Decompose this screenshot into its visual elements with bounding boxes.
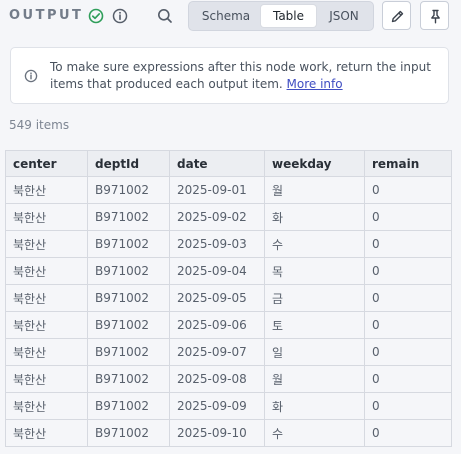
table-cell[interactable]: 2025-09-07	[169, 338, 265, 366]
table-cell[interactable]: 화	[264, 392, 365, 420]
output-table: center deptId date weekday remain 북한산 B97…	[5, 150, 452, 447]
table-cell[interactable]: 수	[264, 230, 365, 258]
edit-output-button[interactable]	[382, 1, 411, 30]
table-cell[interactable]: 일	[264, 338, 365, 366]
table-cell[interactable]: 2025-09-10	[169, 419, 265, 447]
item-count: 549 items	[9, 118, 70, 132]
table-cell[interactable]: B971002	[87, 230, 170, 258]
table-cell[interactable]: 0	[364, 176, 452, 204]
table-cell[interactable]: 2025-09-04	[169, 257, 265, 285]
table-cell[interactable]: 북한산	[5, 365, 88, 393]
tab-table[interactable]: Table	[261, 5, 316, 27]
table-cell[interactable]: 토	[264, 311, 365, 339]
table-cell[interactable]: 0	[364, 257, 452, 285]
table-cell[interactable]: 0	[364, 338, 452, 366]
table-cell[interactable]: 화	[264, 203, 365, 231]
view-mode-tabs: Schema Table JSON	[188, 1, 374, 31]
table-cell[interactable]: 수	[264, 419, 365, 447]
info-icon[interactable]	[112, 8, 128, 24]
table-cell[interactable]: B971002	[87, 284, 170, 312]
table-row: 북한산 B971002 2025-09-07 일 0	[5, 338, 452, 366]
table-cell[interactable]: 0	[364, 419, 452, 447]
table-cell[interactable]: 2025-09-05	[169, 284, 265, 312]
column-header[interactable]: deptId	[87, 150, 170, 177]
table-cell[interactable]: 북한산	[5, 203, 88, 231]
column-header[interactable]: weekday	[264, 150, 365, 177]
pin-data-button[interactable]	[420, 1, 449, 30]
table-cell[interactable]: B971002	[87, 365, 170, 393]
table-cell[interactable]: 2025-09-01	[169, 176, 265, 204]
table-cell[interactable]: 목	[264, 257, 365, 285]
table-row: 북한산 B971002 2025-09-04 목 0	[5, 257, 452, 285]
table-header-row: center deptId date weekday remain	[5, 150, 452, 177]
table-cell[interactable]: 2025-09-06	[169, 311, 265, 339]
callout-text: To make sure expressions after this node…	[50, 60, 431, 91]
table-cell[interactable]: 0	[364, 311, 452, 339]
table-cell[interactable]: 2025-09-03	[169, 230, 265, 258]
table-row: 북한산 B971002 2025-09-08 월 0	[5, 365, 452, 393]
tab-json[interactable]: JSON	[319, 5, 369, 27]
search-icon[interactable]	[156, 7, 174, 25]
output-title: OUTPUT	[9, 8, 84, 23]
success-check-icon	[88, 8, 104, 24]
more-info-link[interactable]: More info	[287, 77, 343, 91]
table-cell[interactable]: 0	[364, 392, 452, 420]
table-cell[interactable]: B971002	[87, 338, 170, 366]
tab-schema[interactable]: Schema	[193, 5, 259, 27]
info-circle-icon	[24, 68, 38, 83]
table-cell[interactable]: 북한산	[5, 230, 88, 258]
table-cell[interactable]: 북한산	[5, 338, 88, 366]
table-cell[interactable]: B971002	[87, 176, 170, 204]
table-cell[interactable]: 북한산	[5, 284, 88, 312]
table-row: 북한산 B971002 2025-09-05 금 0	[5, 284, 452, 312]
table-cell[interactable]: 금	[264, 284, 365, 312]
table-row: 북한산 B971002 2025-09-03 수 0	[5, 230, 452, 258]
table-row: 북한산 B971002 2025-09-01 월 0	[5, 176, 452, 204]
table-row: 북한산 B971002 2025-09-10 수 0	[5, 419, 452, 447]
output-header: OUTPUT Schema Table JSON	[0, 0, 461, 32]
table-cell[interactable]: 월	[264, 365, 365, 393]
table-cell[interactable]: B971002	[87, 257, 170, 285]
table-row: 북한산 B971002 2025-09-09 화 0	[5, 392, 452, 420]
column-header[interactable]: date	[169, 150, 265, 177]
table-row: 북한산 B971002 2025-09-02 화 0	[5, 203, 452, 231]
table-cell[interactable]: B971002	[87, 203, 170, 231]
table-cell[interactable]: 북한산	[5, 419, 88, 447]
table-cell[interactable]: 0	[364, 203, 452, 231]
column-header[interactable]: remain	[364, 150, 452, 177]
table-cell[interactable]: B971002	[87, 311, 170, 339]
table-cell[interactable]: B971002	[87, 419, 170, 447]
callout-message: To make sure expressions after this node…	[50, 59, 440, 93]
table-cell[interactable]: B971002	[87, 392, 170, 420]
table-row: 북한산 B971002 2025-09-06 토 0	[5, 311, 452, 339]
table-cell[interactable]: 북한산	[5, 176, 88, 204]
table-cell[interactable]: 월	[264, 176, 365, 204]
table-cell[interactable]: 0	[364, 230, 452, 258]
table-cell[interactable]: 2025-09-02	[169, 203, 265, 231]
table-cell[interactable]: 2025-09-08	[169, 365, 265, 393]
table-cell[interactable]: 0	[364, 365, 452, 393]
table-cell[interactable]: 0	[364, 284, 452, 312]
table-cell[interactable]: 북한산	[5, 392, 88, 420]
table-cell[interactable]: 북한산	[5, 311, 88, 339]
table-cell[interactable]: 북한산	[5, 257, 88, 285]
column-header[interactable]: center	[5, 150, 88, 177]
table-cell[interactable]: 2025-09-09	[169, 392, 265, 420]
info-callout: To make sure expressions after this node…	[10, 47, 449, 104]
